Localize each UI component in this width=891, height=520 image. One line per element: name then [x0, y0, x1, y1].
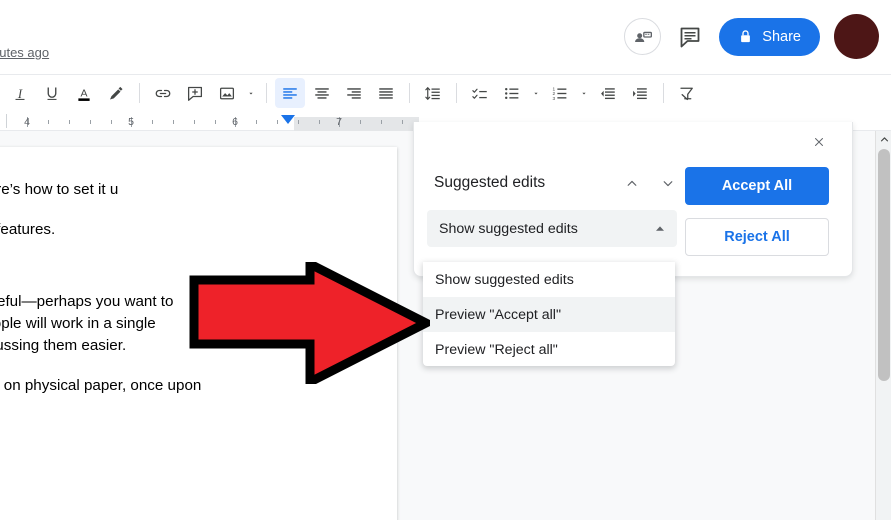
decrease-indent-button[interactable] — [593, 78, 623, 108]
doc-header: nutes ago — [0, 0, 891, 74]
last-edit-link[interactable]: nutes ago — [0, 45, 49, 60]
meet-presence-icon — [634, 31, 652, 42]
share-button[interactable]: Share — [719, 17, 820, 56]
avatar[interactable] — [834, 14, 879, 59]
header-actions: Share — [624, 14, 879, 59]
underline-icon — [47, 87, 57, 100]
share-label: Share — [762, 28, 801, 45]
align-left-button[interactable] — [275, 78, 305, 108]
triangle-down-icon — [582, 92, 586, 95]
document-paragraph: imple. Here’s how to set it u — [0, 181, 119, 198]
ruler-track: 4 5 6 7 — [6, 114, 419, 131]
bulleted-list-button[interactable] — [497, 78, 527, 108]
toolbar-divider — [663, 83, 664, 103]
document-text-body[interactable]: imple. Here’s how to set it u umber of f… — [0, 147, 397, 415]
triangle-down-icon — [534, 92, 538, 95]
chevron-up-icon — [880, 137, 888, 142]
document-paragraph: umber of features. — [0, 221, 56, 239]
suggested-edits-dropdown-menu: Show suggested edits Preview "Accept all… — [423, 262, 675, 366]
ruler-number: 7 — [336, 116, 342, 128]
decrease-indent-icon — [601, 87, 615, 99]
toolbar-divider — [456, 83, 457, 103]
accept-all-button[interactable]: Accept All — [685, 167, 829, 205]
italic-button[interactable]: I — [5, 78, 35, 108]
suggested-edits-panel: Suggested edits Show suggested edits Acc… — [413, 122, 853, 277]
comment-history-button[interactable] — [675, 22, 705, 52]
align-justify-button[interactable] — [371, 78, 401, 108]
ruler-number: 4 — [24, 116, 30, 128]
checklist-button[interactable] — [465, 78, 495, 108]
vertical-scrollbar[interactable] — [875, 131, 891, 520]
lock-icon — [741, 30, 751, 43]
right-indent-marker[interactable] — [281, 115, 295, 124]
close-icon — [815, 138, 823, 146]
increase-indent-icon — [633, 87, 647, 99]
menu-item-preview-reject-all[interactable]: Preview "Reject all" — [423, 332, 675, 367]
text-color-icon: A — [78, 87, 90, 101]
formatting-toolbar: I A 1 2 3 — [0, 74, 891, 182]
insert-image-dropdown[interactable] — [243, 78, 259, 108]
numbered-list-button[interactable]: 123 — [545, 78, 575, 108]
svg-text:3: 3 — [553, 95, 556, 101]
numbered-list-dropdown[interactable] — [576, 78, 592, 108]
toolbar-button-group: I A 1 2 3 — [0, 78, 703, 108]
reject-all-button[interactable]: Reject All — [685, 218, 829, 256]
insert-image-icon — [219, 87, 235, 99]
align-justify-icon — [379, 87, 393, 99]
close-panel-button[interactable] — [807, 130, 831, 154]
meet-presence-button[interactable] — [624, 18, 662, 55]
caret-up-icon — [656, 225, 664, 231]
menu-item-preview-accept-all[interactable]: Preview "Accept all" — [423, 297, 675, 332]
document-paragraph: et marked on physical paper, once upon — [3, 377, 202, 395]
toolbar-divider — [266, 83, 267, 103]
ruler-number: 5 — [128, 116, 134, 128]
clear-formatting-icon — [680, 87, 693, 100]
toolbar-divider — [139, 83, 140, 103]
line-spacing-icon — [425, 86, 440, 100]
google-docs-window: nutes ago — [0, 0, 891, 520]
triangle-down-icon — [249, 92, 253, 95]
toolbar-divider — [409, 83, 410, 103]
align-left-icon — [283, 87, 297, 99]
show-suggested-edits-select[interactable]: Show suggested edits — [427, 210, 677, 247]
next-suggestion-button[interactable] — [655, 170, 681, 196]
underline-button[interactable] — [37, 78, 67, 108]
highlight-color-button[interactable] — [101, 78, 131, 108]
italic-icon: I — [15, 87, 25, 101]
align-right-button[interactable] — [339, 78, 369, 108]
align-center-button[interactable] — [307, 78, 337, 108]
document-paragraph: nent is useful—perhaps you want to ultip… — [0, 293, 174, 355]
panel-title: Suggested edits — [434, 174, 546, 191]
increase-indent-button[interactable] — [625, 78, 655, 108]
highlight-color-icon — [110, 86, 123, 99]
bulleted-list-icon — [505, 87, 519, 99]
bulleted-list-dropdown[interactable] — [528, 78, 544, 108]
checklist-icon — [472, 88, 487, 99]
align-right-icon — [347, 87, 361, 99]
align-center-icon — [315, 87, 329, 99]
select-value-label: Show suggested edits — [439, 220, 578, 237]
line-spacing-button[interactable] — [418, 78, 448, 108]
add-comment-icon — [187, 86, 203, 101]
clear-formatting-button[interactable] — [672, 78, 702, 108]
document-page[interactable]: imple. Here’s how to set it u umber of f… — [0, 147, 397, 520]
menu-item-show-suggested-edits[interactable]: Show suggested edits — [423, 262, 675, 297]
comment-history-icon — [680, 27, 700, 47]
scroll-up-button[interactable] — [876, 131, 891, 148]
insert-image-button[interactable] — [212, 78, 242, 108]
ruler-number: 6 — [232, 116, 238, 128]
chevron-down-icon — [663, 180, 673, 186]
chevron-up-icon — [627, 180, 637, 186]
suggestion-nav — [619, 170, 681, 196]
previous-suggestion-button[interactable] — [619, 170, 645, 196]
numbered-list-icon: 123 — [553, 86, 567, 101]
text-color-button[interactable]: A — [69, 78, 99, 108]
add-comment-button[interactable] — [180, 78, 210, 108]
svg-text:A: A — [80, 87, 87, 99]
insert-link-icon — [155, 89, 171, 97]
insert-link-button[interactable] — [148, 78, 178, 108]
ruler-margin-area — [294, 117, 419, 131]
vertical-scroll-thumb[interactable] — [878, 149, 890, 381]
